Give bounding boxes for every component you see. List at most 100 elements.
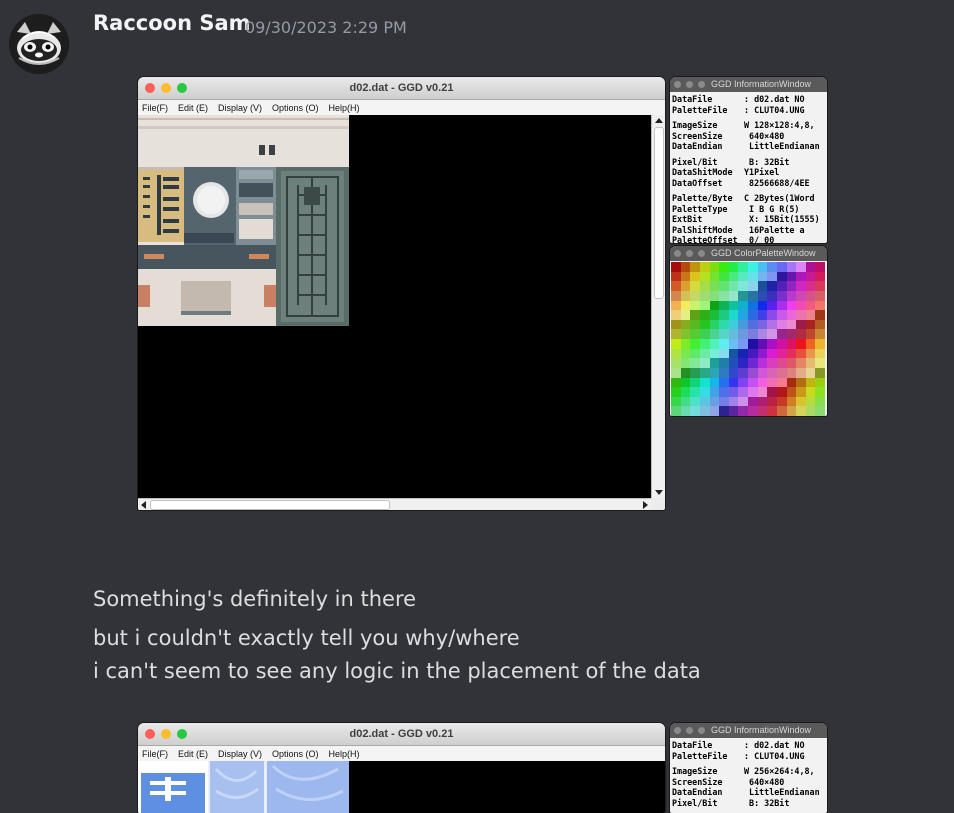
palette-swatch[interactable] [709, 290, 720, 301]
palette-swatch[interactable] [738, 339, 748, 349]
palette-swatch[interactable] [690, 319, 700, 330]
palette-swatch[interactable] [709, 319, 720, 330]
palette-swatch[interactable] [690, 387, 700, 397]
palette-swatch[interactable] [757, 319, 768, 330]
palette-swatch[interactable] [767, 406, 777, 416]
palette-swatch[interactable] [719, 262, 729, 272]
palette-swatch[interactable] [805, 271, 816, 282]
palette-swatch[interactable] [748, 290, 758, 301]
palette-swatch[interactable] [709, 377, 720, 388]
palette-swatch[interactable] [786, 329, 797, 339]
palette-swatch[interactable] [748, 329, 758, 339]
palette-swatch[interactable] [748, 262, 758, 272]
palette-swatch[interactable] [796, 406, 806, 416]
palette-swatch[interactable] [815, 329, 825, 339]
palette-swatch[interactable] [699, 271, 710, 282]
palette-swatch[interactable] [757, 358, 768, 368]
palette-swatch[interactable] [719, 387, 729, 397]
palette-swatch[interactable] [805, 339, 816, 349]
palette-swatch[interactable] [748, 319, 758, 330]
palette-swatch[interactable] [680, 367, 691, 378]
palette-swatch[interactable] [776, 396, 787, 407]
menu-edit[interactable]: Edit (E) [178, 749, 208, 759]
palette-swatch[interactable] [671, 281, 681, 291]
palette-swatch[interactable] [796, 339, 806, 349]
horizontal-scrollbar[interactable] [138, 498, 651, 510]
palette-swatch[interactable] [671, 377, 681, 388]
palette-swatch[interactable] [728, 406, 739, 416]
palette-swatch[interactable] [699, 319, 710, 330]
menu-options[interactable]: Options (O) [272, 103, 319, 113]
palette-swatch[interactable] [748, 358, 758, 368]
palette-swatch[interactable] [719, 319, 729, 330]
palette-swatch[interactable] [757, 271, 768, 282]
palette-swatch[interactable] [786, 281, 797, 291]
palette-swatch[interactable] [728, 387, 739, 397]
palette-swatch[interactable] [728, 339, 739, 349]
palette-swatch[interactable] [719, 358, 729, 368]
palette-swatch[interactable] [805, 396, 816, 407]
palette-swatch[interactable] [757, 348, 768, 359]
palette-swatch[interactable] [728, 348, 739, 359]
palette-swatch[interactable] [738, 358, 748, 368]
palette-swatch[interactable] [805, 387, 816, 397]
palette-swatch[interactable] [709, 358, 720, 368]
palette-swatch[interactable] [815, 348, 825, 359]
palette-swatch[interactable] [728, 300, 739, 311]
username[interactable]: Raccoon Sam [93, 11, 251, 35]
palette-swatch[interactable] [748, 339, 758, 349]
palette-swatch[interactable] [786, 262, 797, 272]
palette-swatch[interactable] [786, 300, 797, 311]
palette-swatch[interactable] [719, 310, 729, 320]
menu-file[interactable]: File(F) [142, 103, 168, 113]
palette-swatch[interactable] [680, 396, 691, 407]
palette-swatch[interactable] [786, 358, 797, 368]
palette-swatch[interactable] [815, 310, 825, 320]
palette-swatch[interactable] [690, 348, 700, 359]
palette-swatch[interactable] [709, 339, 720, 349]
palette-swatch[interactable] [767, 358, 777, 368]
palette-swatch[interactable] [776, 348, 787, 359]
palette-swatch[interactable] [738, 310, 748, 320]
palette-swatch[interactable] [671, 358, 681, 368]
palette-swatch[interactable] [796, 367, 806, 378]
palette-swatch[interactable] [815, 406, 825, 416]
palette-swatch[interactable] [699, 281, 710, 291]
palette-swatch[interactable] [719, 406, 729, 416]
scroll-right-arrow-icon[interactable] [643, 501, 648, 509]
palette-swatch[interactable] [786, 290, 797, 301]
palette-swatch[interactable] [776, 377, 787, 388]
palette-swatch[interactable] [709, 348, 720, 359]
palette-swatch[interactable] [709, 310, 720, 320]
palette-swatch[interactable] [805, 310, 816, 320]
palette-swatch[interactable] [805, 329, 816, 339]
palette-swatch[interactable] [728, 319, 739, 330]
palette-swatch[interactable] [805, 319, 816, 330]
palette-swatch[interactable] [786, 367, 797, 378]
palette-swatch[interactable] [805, 262, 816, 272]
palette-swatch[interactable] [690, 377, 700, 388]
palette-swatch[interactable] [796, 319, 806, 330]
palette-swatch[interactable] [805, 406, 816, 416]
palette-swatch[interactable] [680, 339, 691, 349]
palette-swatch[interactable] [699, 387, 710, 397]
palette-swatch[interactable] [757, 396, 768, 407]
palette-swatch[interactable] [680, 271, 691, 282]
scroll-left-arrow-icon[interactable] [141, 501, 146, 509]
palette-swatch[interactable] [767, 262, 777, 272]
palette-swatch[interactable] [805, 348, 816, 359]
palette-swatch[interactable] [748, 271, 758, 282]
menu-help[interactable]: Help(H) [329, 749, 360, 759]
palette-swatch[interactable] [719, 271, 729, 282]
palette-swatch[interactable] [699, 377, 710, 388]
palette-swatch[interactable] [699, 300, 710, 311]
palette-swatch[interactable] [815, 358, 825, 368]
palette-swatch[interactable] [680, 406, 691, 416]
palette-swatch[interactable] [796, 281, 806, 291]
palette-swatch[interactable] [719, 329, 729, 339]
palette-swatch[interactable] [738, 348, 748, 359]
palette-swatch[interactable] [757, 406, 768, 416]
palette-swatch[interactable] [671, 290, 681, 301]
palette-swatch[interactable] [709, 406, 720, 416]
palette-swatch[interactable] [709, 329, 720, 339]
